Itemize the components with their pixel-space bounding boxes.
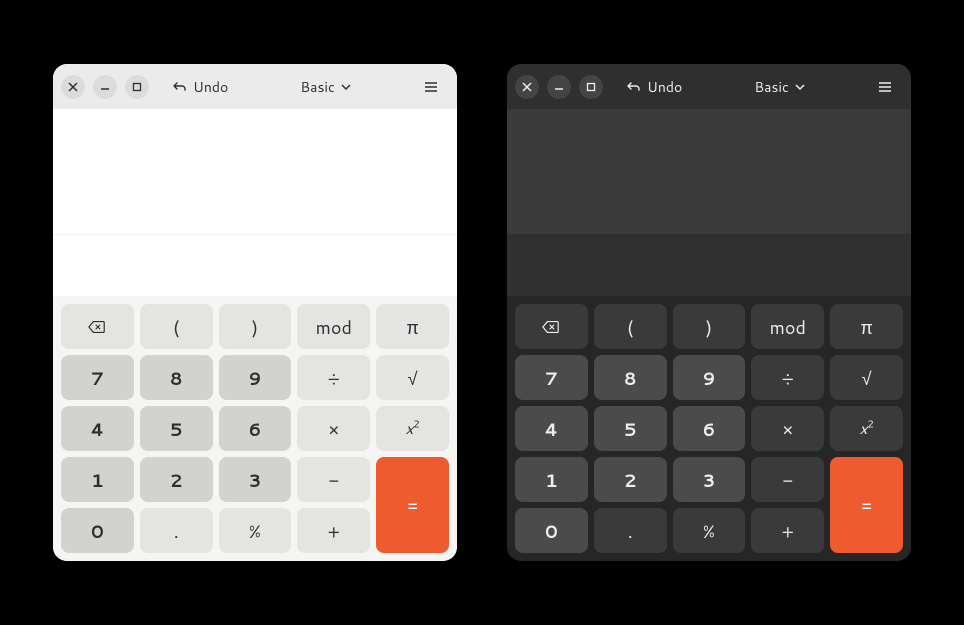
key-multiply[interactable]: × (751, 406, 824, 451)
maximize-icon (586, 82, 596, 92)
key-9[interactable]: 9 (219, 355, 292, 400)
key-minus[interactable]: − (297, 457, 370, 502)
key-2[interactable]: 2 (594, 457, 667, 502)
key-7[interactable]: 7 (61, 355, 134, 400)
key-plus[interactable]: + (751, 508, 824, 553)
mode-label: Basic (300, 77, 334, 97)
key-1[interactable]: 1 (515, 457, 588, 502)
display-input[interactable] (507, 234, 911, 296)
key-xsquared[interactable]: x2 (830, 406, 903, 451)
key-dot[interactable]: . (594, 508, 667, 553)
key-7[interactable]: 7 (515, 355, 588, 400)
key-xsquared[interactable]: x2 (376, 406, 449, 451)
minimize-icon (100, 82, 110, 92)
key-4[interactable]: 4 (515, 406, 588, 451)
undo-icon (627, 80, 641, 94)
close-button[interactable] (515, 75, 539, 99)
key-plus[interactable]: + (297, 508, 370, 553)
key-minus[interactable]: − (751, 457, 824, 502)
key-8[interactable]: 8 (140, 355, 213, 400)
display-history[interactable] (507, 109, 911, 234)
key-dot[interactable]: . (140, 508, 213, 553)
calculator-dark: Undo Basic ( ) mod π 7 8 9 ÷ √ 4 5 6 × x… (507, 64, 911, 561)
display-input[interactable] (53, 234, 457, 296)
mode-label: Basic (754, 77, 788, 97)
xsq-label: x2 (859, 417, 873, 440)
key-0[interactable]: 0 (515, 508, 588, 553)
key-divide[interactable]: ÷ (297, 355, 370, 400)
key-5[interactable]: 5 (140, 406, 213, 451)
key-equals[interactable]: = (376, 457, 449, 553)
backspace-icon (88, 320, 106, 334)
undo-label: Undo (193, 77, 228, 97)
key-rparen[interactable]: ) (219, 304, 292, 349)
key-6[interactable]: 6 (219, 406, 292, 451)
headerbar: Undo Basic (53, 64, 457, 109)
minimize-button[interactable] (547, 75, 571, 99)
chevron-down-icon (795, 82, 805, 92)
maximize-button[interactable] (579, 75, 603, 99)
key-sqrt[interactable]: √ (830, 355, 903, 400)
mode-selector[interactable]: Basic (744, 71, 814, 103)
key-3[interactable]: 3 (673, 457, 746, 502)
close-icon (68, 82, 78, 92)
window-controls (515, 75, 603, 99)
hamburger-icon (423, 79, 439, 95)
key-pi[interactable]: π (376, 304, 449, 349)
mode-selector[interactable]: Basic (290, 71, 360, 103)
menu-button[interactable] (413, 73, 449, 101)
key-pi[interactable]: π (830, 304, 903, 349)
close-button[interactable] (61, 75, 85, 99)
backspace-icon (542, 320, 560, 334)
key-8[interactable]: 8 (594, 355, 667, 400)
headerbar: Undo Basic (507, 64, 911, 109)
key-2[interactable]: 2 (140, 457, 213, 502)
key-9[interactable]: 9 (673, 355, 746, 400)
key-1[interactable]: 1 (61, 457, 134, 502)
key-5[interactable]: 5 (594, 406, 667, 451)
minimize-icon (554, 82, 564, 92)
key-mod[interactable]: mod (297, 304, 370, 349)
key-percent[interactable]: % (673, 508, 746, 553)
xsq-label: x2 (405, 417, 419, 440)
key-divide[interactable]: ÷ (751, 355, 824, 400)
key-percent[interactable]: % (219, 508, 292, 553)
keypad: ( ) mod π 7 8 9 ÷ √ 4 5 6 × x2 1 2 3 − =… (53, 296, 457, 561)
maximize-icon (132, 82, 142, 92)
undo-button[interactable]: Undo (617, 71, 692, 103)
key-multiply[interactable]: × (297, 406, 370, 451)
key-3[interactable]: 3 (219, 457, 292, 502)
key-0[interactable]: 0 (61, 508, 134, 553)
undo-label: Undo (647, 77, 682, 97)
key-sqrt[interactable]: √ (376, 355, 449, 400)
key-lparen[interactable]: ( (594, 304, 667, 349)
minimize-button[interactable] (93, 75, 117, 99)
display-history[interactable] (53, 109, 457, 234)
key-backspace[interactable] (515, 304, 588, 349)
key-equals[interactable]: = (830, 457, 903, 553)
undo-icon (173, 80, 187, 94)
hamburger-icon (877, 79, 893, 95)
key-4[interactable]: 4 (61, 406, 134, 451)
close-icon (522, 82, 532, 92)
key-backspace[interactable] (61, 304, 134, 349)
key-6[interactable]: 6 (673, 406, 746, 451)
maximize-button[interactable] (125, 75, 149, 99)
key-mod[interactable]: mod (751, 304, 824, 349)
key-rparen[interactable]: ) (673, 304, 746, 349)
calculator-light: Undo Basic ( ) mod π 7 8 9 ÷ √ 4 5 6 × x… (53, 64, 457, 561)
chevron-down-icon (341, 82, 351, 92)
key-lparen[interactable]: ( (140, 304, 213, 349)
window-controls (61, 75, 149, 99)
undo-button[interactable]: Undo (163, 71, 238, 103)
keypad: ( ) mod π 7 8 9 ÷ √ 4 5 6 × x2 1 2 3 − =… (507, 296, 911, 561)
menu-button[interactable] (867, 73, 903, 101)
